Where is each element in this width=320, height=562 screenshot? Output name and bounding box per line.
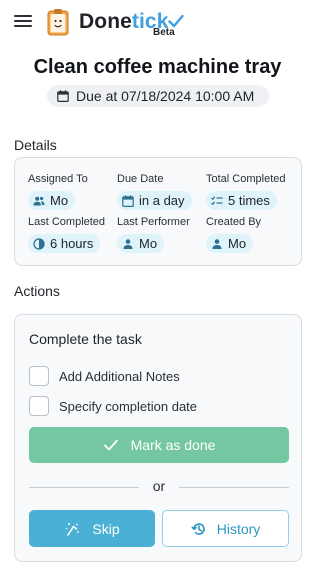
completion-date-checkbox[interactable] [29, 396, 49, 416]
due-date-value: in a day [139, 193, 185, 208]
assigned-to-field: Assigned To Mo [28, 173, 88, 212]
due-date-label: Due Date [117, 173, 164, 185]
total-completed-field: Total Completed 5 times [206, 173, 286, 212]
completion-date-option[interactable]: Specify completion date [29, 396, 197, 416]
calendar-icon [57, 90, 69, 102]
actions-card: Complete the task Add Additional Notes S… [14, 314, 302, 562]
person-icon [123, 238, 133, 249]
last-completed-chip: 6 hours [28, 234, 101, 253]
additional-notes-checkbox[interactable] [29, 366, 49, 386]
mark-as-done-label: Mark as done [130, 437, 216, 453]
skip-sparkle-icon [66, 522, 80, 536]
last-completed-field: Last Completed 6 hours [28, 216, 105, 255]
total-completed-label: Total Completed [206, 173, 286, 185]
history-icon [191, 522, 205, 535]
beta-badge: Beta [153, 27, 175, 38]
top-bar: Donetick Beta [0, 0, 315, 44]
last-performer-field: Last Performer Mo [117, 216, 190, 255]
person-icon [212, 238, 222, 249]
mark-as-done-button[interactable]: Mark as done [29, 427, 289, 463]
additional-notes-option[interactable]: Add Additional Notes [29, 366, 180, 386]
additional-notes-label: Add Additional Notes [59, 368, 180, 384]
created-by-chip: Mo [206, 234, 254, 253]
last-performer-chip: Mo [117, 234, 165, 253]
total-completed-chip: 5 times [206, 191, 277, 210]
last-performer-value: Mo [139, 236, 158, 251]
checklist-icon [211, 195, 223, 205]
history-button[interactable]: History [162, 510, 289, 547]
calendar-icon [122, 194, 134, 207]
due-date-value-chip: in a day [117, 191, 192, 210]
skip-label: Skip [92, 520, 120, 537]
assigned-to-value: Mo [50, 193, 69, 208]
complete-task-title: Complete the task [29, 331, 142, 347]
clipboard-face-icon[interactable] [46, 8, 70, 36]
brand-name-part1: Done [79, 10, 132, 33]
due-date-text: Due at 07/18/2024 10:00 AM [76, 88, 255, 104]
completion-date-label: Specify completion date [59, 398, 198, 414]
brand-check-icon [168, 14, 184, 28]
created-by-field: Created By Mo [206, 216, 261, 255]
last-completed-value: 6 hours [50, 236, 94, 251]
task-title: Clean coffee machine tray [33, 56, 282, 78]
assigned-to-chip: Mo [28, 191, 76, 210]
actions-heading: Actions [14, 283, 60, 299]
created-by-label: Created By [206, 216, 262, 228]
skip-button[interactable]: Skip [29, 510, 155, 547]
due-date-field: Due Date in a day [117, 173, 192, 212]
group-icon [33, 196, 45, 205]
details-heading: Details [14, 137, 57, 153]
details-card: Assigned To Mo Due Date in a day Total C… [14, 157, 302, 266]
check-icon [103, 439, 118, 451]
clock-icon [33, 237, 45, 250]
or-label: or [152, 478, 166, 494]
last-performer-label: Last Performer [117, 216, 190, 228]
last-completed-label: Last Completed [28, 216, 106, 228]
due-date-chip: Due at 07/18/2024 10:00 AM [47, 85, 269, 107]
assigned-to-label: Assigned To [28, 173, 88, 185]
history-label: History [216, 520, 261, 537]
created-by-value: Mo [228, 236, 247, 251]
total-completed-value: 5 times [228, 193, 270, 208]
hamburger-menu-icon[interactable] [14, 14, 32, 28]
